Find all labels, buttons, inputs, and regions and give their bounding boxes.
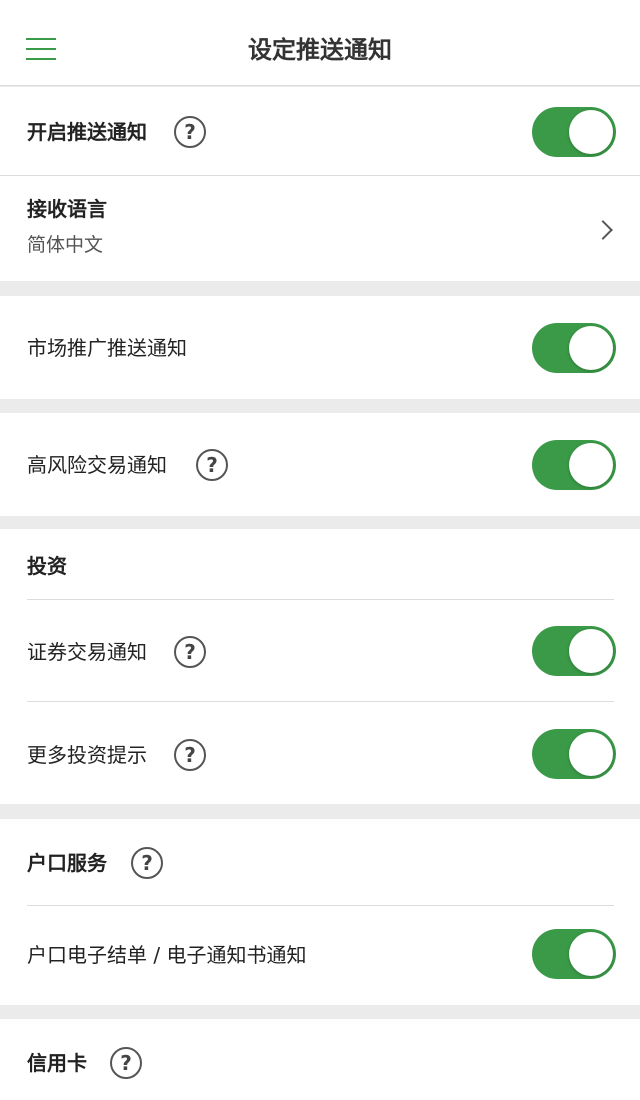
language-row[interactable]: 接收语言 简体中文 [0,176,640,281]
high-risk-label: 高风险交易通知 [27,453,167,477]
toggle-knob [569,732,613,776]
marketing-toggle[interactable] [532,323,616,373]
credit-card-section: 信用卡 ? [0,1019,640,1100]
high-risk-toggle[interactable] [532,440,616,490]
toggle-knob [569,932,613,976]
securities-label: 证券交易通知 [27,640,147,664]
investment-section: 投资 证券交易通知 ? 更多投资提示 ? [0,529,640,804]
help-icon[interactable]: ? [110,1047,142,1079]
toggle-knob [569,326,613,370]
help-icon[interactable]: ? [131,847,163,879]
page-title: 设定推送通知 [248,36,392,64]
more-tips-toggle[interactable] [532,729,616,779]
toggle-knob [569,629,613,673]
help-icon[interactable]: ? [174,116,206,148]
high-risk-section: 高风险交易通知 ? [0,413,640,516]
push-settings-section: 开启推送通知 ? 接收语言 简体中文 [0,87,640,281]
top-bar: 设定推送通知 [0,0,640,86]
credit-card-title: 信用卡 [27,1051,87,1075]
estatement-label: 户口电子结单 / 电子通知书通知 [27,943,307,967]
language-value: 简体中文 [27,234,104,256]
account-services-title: 户口服务 [27,851,107,875]
marketing-label: 市场推广推送通知 [27,336,187,360]
securities-toggle[interactable] [532,626,616,676]
divider [27,701,614,702]
estatement-toggle[interactable] [532,929,616,979]
more-tips-label: 更多投资提示 [27,743,147,767]
push-enable-toggle[interactable] [532,107,616,157]
investment-title: 投资 [27,554,67,578]
push-enable-label: 开启推送通知 [27,120,147,144]
push-enable-row: 开启推送通知 ? [0,87,640,175]
chevron-right-icon [593,220,613,240]
divider [27,905,614,906]
marketing-section: 市场推广推送通知 [0,296,640,399]
help-icon[interactable]: ? [174,739,206,771]
language-label: 接收语言 [27,197,107,221]
divider [27,599,614,600]
account-services-section: 户口服务 ? 户口电子结单 / 电子通知书通知 [0,819,640,1005]
toggle-knob [569,110,613,154]
toggle-knob [569,443,613,487]
help-icon[interactable]: ? [196,449,228,481]
help-icon[interactable]: ? [174,636,206,668]
